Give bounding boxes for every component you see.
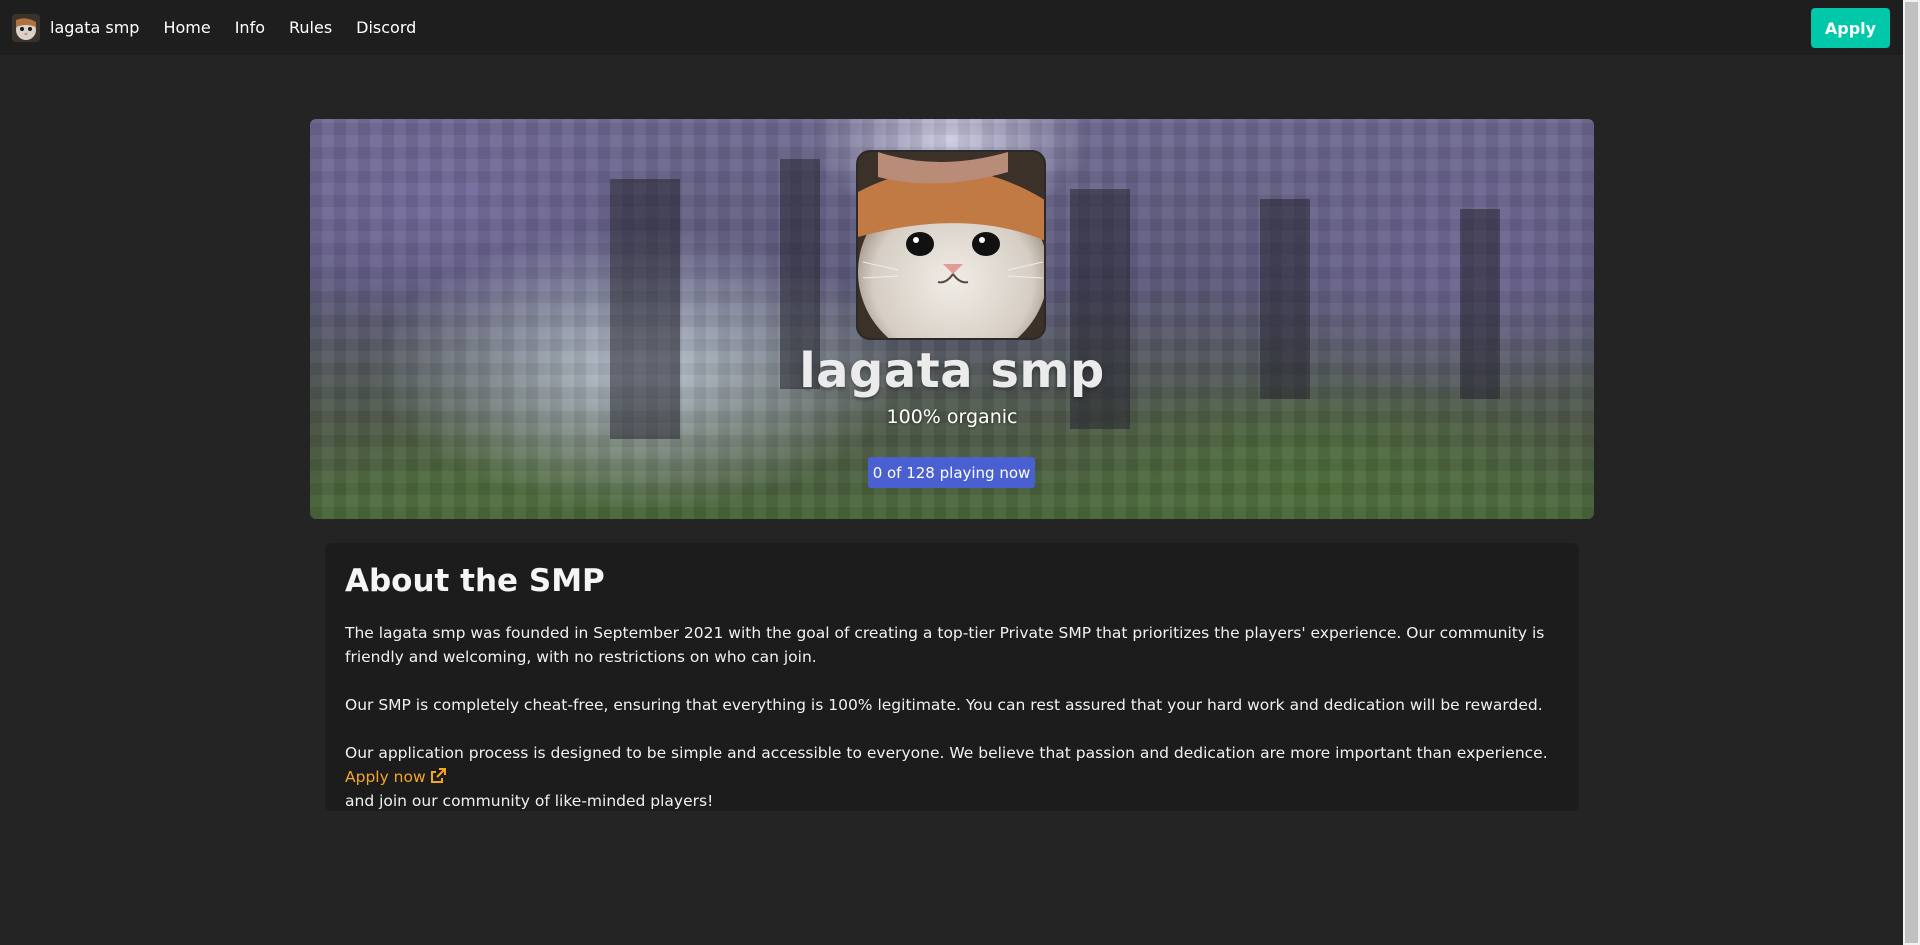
hero-subtitle: 100% organic — [886, 406, 1018, 428]
navbar: lagata smp Home Info Rules Discord Apply — [0, 0, 1903, 55]
tree-trunk — [610, 179, 680, 439]
nav-link-discord[interactable]: Discord — [344, 18, 428, 37]
about-paragraph-founding: The lagata smp was founded in September … — [345, 624, 1545, 666]
brand-name: lagata smp — [50, 18, 140, 37]
hero-title: lagata smp — [799, 343, 1105, 399]
apply-now-label: Apply now — [345, 768, 426, 786]
nav-link-home[interactable]: Home — [151, 18, 222, 37]
external-link-icon — [430, 768, 446, 783]
application-text-outro: and join our community of like-minded pl… — [345, 792, 714, 810]
application-text-intro: Our application process is designed to b… — [345, 744, 1548, 762]
player-count-badge: 0 of 128 playing now — [868, 457, 1035, 488]
page-scrollbar[interactable] — [1903, 0, 1920, 945]
apply-button[interactable]: Apply — [1811, 8, 1890, 48]
scrollbar-thumb[interactable] — [1905, 2, 1918, 943]
server-avatar-cat-image — [856, 150, 1046, 340]
about-paragraph-application: Our application process is designed to b… — [345, 741, 1559, 813]
apply-now-link[interactable]: Apply now — [345, 768, 446, 786]
about-title: About the SMP — [345, 563, 605, 599]
about-paragraph-cheat-free: Our SMP is completely cheat-free, ensuri… — [345, 696, 1543, 714]
about-card: About the SMP The lagata smp was founded… — [325, 543, 1579, 811]
brand-home-link[interactable]: lagata smp — [12, 13, 140, 42]
nav-link-rules[interactable]: Rules — [277, 18, 344, 37]
nav-link-info[interactable]: Info — [223, 18, 277, 37]
hero-banner: lagata smp 100% organic 0 of 128 playing… — [310, 119, 1594, 519]
nav-links: Home Info Rules Discord — [151, 18, 428, 37]
brand-logo-cat-image — [12, 13, 40, 42]
